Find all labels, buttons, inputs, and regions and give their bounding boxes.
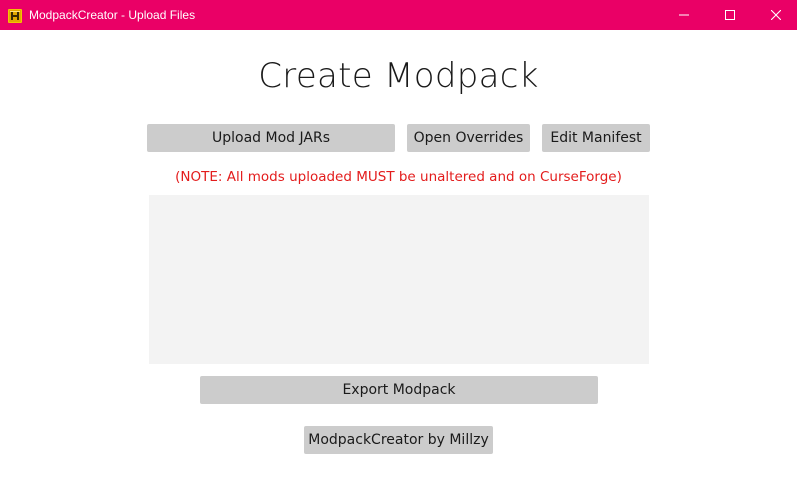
- close-icon: [771, 10, 781, 20]
- maximize-icon: [725, 10, 735, 20]
- maximize-button[interactable]: [707, 0, 753, 30]
- title-bar[interactable]: ModpackCreator - Upload Files: [0, 0, 797, 30]
- uploaded-files-list[interactable]: [149, 195, 649, 364]
- minimize-button[interactable]: [661, 0, 707, 30]
- app-icon: [8, 8, 22, 23]
- credit-button[interactable]: ModpackCreator by Millzy: [304, 426, 493, 454]
- export-modpack-button[interactable]: Export Modpack: [200, 376, 598, 404]
- edit-manifest-button[interactable]: Edit Manifest: [542, 124, 650, 152]
- close-button[interactable]: [753, 0, 797, 30]
- minimize-icon: [679, 14, 689, 16]
- upload-mod-jars-button[interactable]: Upload Mod JARs: [147, 124, 395, 152]
- open-overrides-button[interactable]: Open Overrides: [407, 124, 530, 152]
- page-title: Create Modpack: [258, 56, 539, 96]
- upload-note: (NOTE: All mods uploaded MUST be unalter…: [175, 169, 622, 185]
- window-title: ModpackCreator - Upload Files: [29, 8, 196, 22]
- app-window: ModpackCreator - Upload Files Create Mod…: [0, 0, 797, 478]
